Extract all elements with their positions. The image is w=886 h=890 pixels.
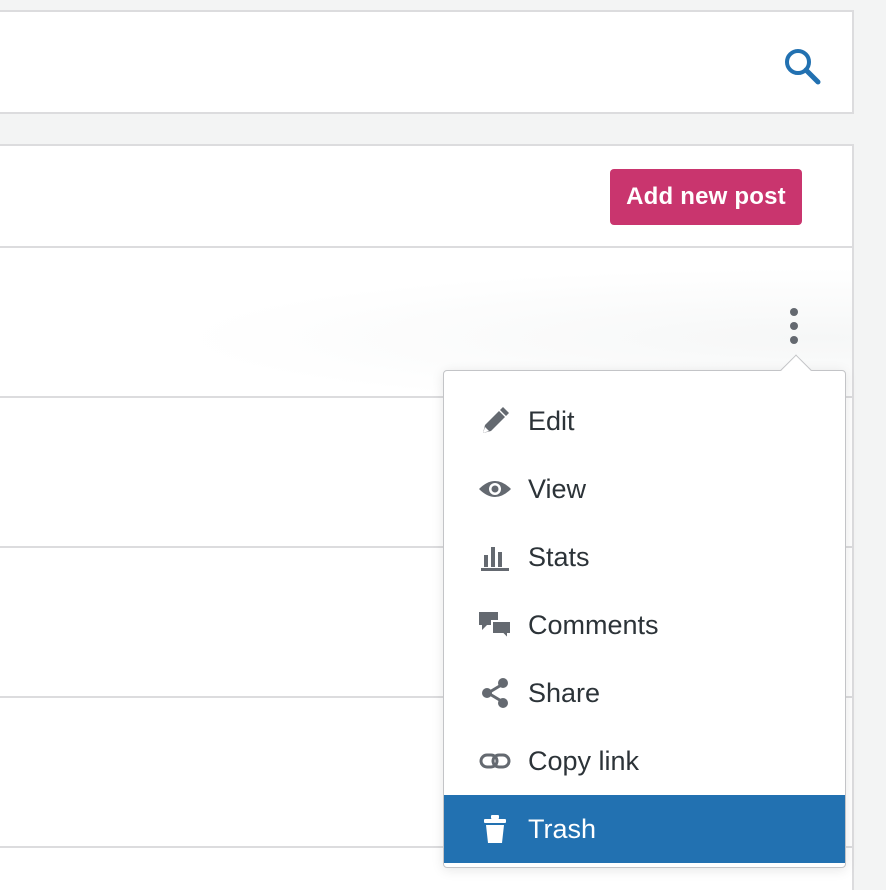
post-actions-menu: Edit View Stats Comments Share Copy link…: [443, 354, 846, 868]
menu-item-label: Stats: [528, 541, 590, 572]
menu-item-view[interactable]: View: [444, 455, 845, 523]
add-new-post-button[interactable]: Add new post: [610, 169, 802, 225]
menu-item-label: Comments: [528, 609, 659, 640]
posts-page: Add new post Edit View Stats Comments Sh…: [0, 0, 886, 890]
search-icon: [785, 49, 821, 85]
menu-item-comments[interactable]: Comments: [444, 591, 845, 659]
search-button[interactable]: [782, 46, 822, 86]
trash-icon: [478, 812, 512, 846]
share-icon: [478, 676, 512, 710]
menu-item-share[interactable]: Share: [444, 659, 845, 727]
stats-icon: [478, 540, 512, 574]
menu-item-stats[interactable]: Stats: [444, 523, 845, 591]
ellipsis-dot: [790, 308, 798, 316]
eye-icon: [478, 472, 512, 506]
menu-item-edit[interactable]: Edit: [444, 387, 845, 455]
post-more-actions-button[interactable]: [780, 302, 808, 350]
menu-item-copy-link[interactable]: Copy link: [444, 727, 845, 795]
menu-item-label: View: [528, 473, 587, 504]
menu-item-label: Trash: [528, 813, 597, 844]
search-bar: [0, 10, 854, 114]
menu-item-label: Share: [528, 677, 601, 708]
link-icon: [478, 744, 512, 778]
posts-header: Add new post: [0, 146, 852, 248]
menu-item-label: Edit: [528, 405, 575, 436]
ellipsis-dot: [790, 322, 798, 330]
pencil-icon: [478, 404, 512, 438]
menu-item-trash[interactable]: Trash: [444, 795, 845, 863]
ellipsis-dot: [790, 336, 798, 344]
comments-icon: [478, 608, 512, 642]
menu-item-label: Copy link: [528, 745, 640, 776]
